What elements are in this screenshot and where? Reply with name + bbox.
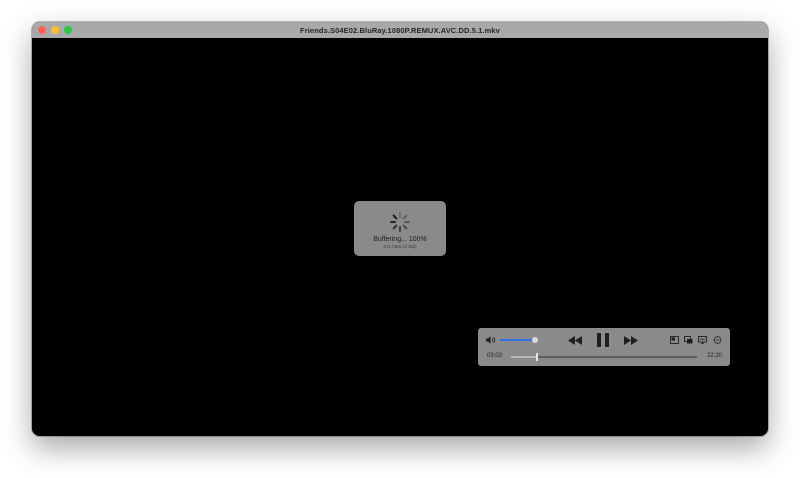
minimize-button[interactable] <box>51 26 59 34</box>
airplay-icon[interactable] <box>698 336 707 344</box>
volume-fill <box>500 339 535 341</box>
spinner-spoke <box>392 224 398 230</box>
remaining-time: 22:20 <box>706 353 722 359</box>
pause-icon[interactable] <box>597 333 609 347</box>
video-area[interactable]: Buffering... 100% 3 G (463.12 Kib) <box>32 38 768 436</box>
playhead[interactable] <box>536 353 539 361</box>
buffering-status: Buffering... 100% <box>373 236 427 243</box>
spinner-spoke <box>390 221 396 223</box>
buffering-detail: 3 G (463.12 Kib) <box>383 244 417 249</box>
spinner-spoke <box>404 221 410 223</box>
rewind-icon[interactable] <box>568 336 582 345</box>
title-bar[interactable]: Friends.S04E02.BluRay.1080P.REMUX.AVC.DD… <box>32 22 768 38</box>
picture-in-picture-icon[interactable] <box>670 336 679 344</box>
window-controls <box>38 26 72 34</box>
subtitles-icon[interactable] <box>684 336 693 344</box>
window-title: Friends.S04E02.BluRay.1080P.REMUX.AVC.DD… <box>300 25 500 35</box>
spinner-icon <box>389 211 411 233</box>
volume-knob[interactable] <box>531 337 538 343</box>
buffering-hud: Buffering... 100% 3 G (463.12 Kib) <box>354 201 446 256</box>
speaker-icon[interactable] <box>486 336 496 344</box>
zoom-button[interactable] <box>64 26 72 34</box>
fast-forward-icon[interactable] <box>624 336 638 345</box>
more-icon[interactable] <box>713 336 722 344</box>
timeline-fill <box>511 356 538 358</box>
close-button[interactable] <box>38 26 46 34</box>
spinner-spoke <box>392 214 398 220</box>
spinner-spoke <box>402 224 408 230</box>
spinner-spoke <box>399 226 401 232</box>
elapsed-time: 03:03 <box>487 353 503 359</box>
playback-controls: 03:03 22:20 <box>478 328 730 366</box>
spinner-spoke <box>402 214 408 220</box>
timeline-scrubber[interactable] <box>511 353 697 361</box>
player-window: Friends.S04E02.BluRay.1080P.REMUX.AVC.DD… <box>32 22 768 436</box>
volume-slider[interactable] <box>500 337 538 343</box>
spinner-spoke <box>399 212 401 218</box>
